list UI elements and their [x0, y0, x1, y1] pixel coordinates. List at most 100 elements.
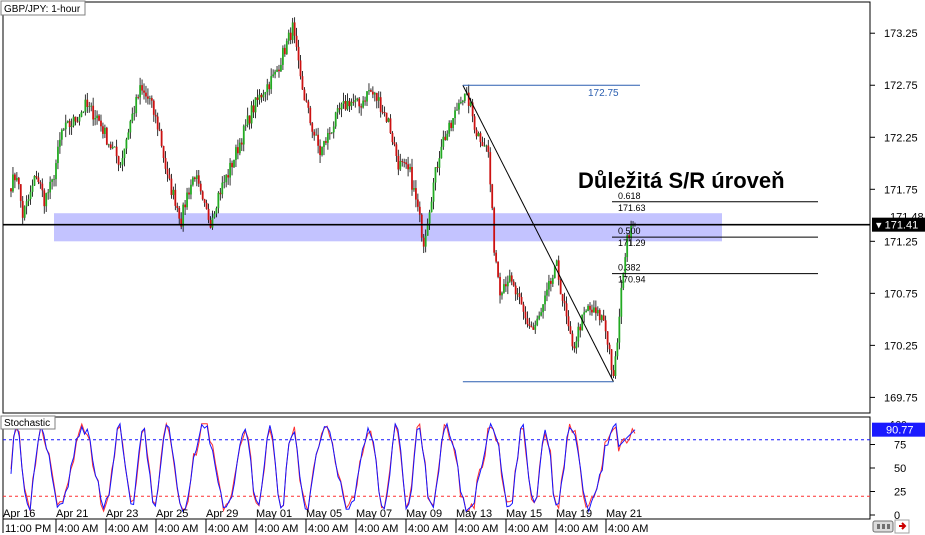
- candle-body: [579, 326, 582, 331]
- candle-body: [452, 118, 454, 128]
- candle-body: [47, 192, 50, 194]
- candle-body: [544, 295, 546, 305]
- time-tick-date: Apr 29: [206, 508, 238, 520]
- candle-body: [19, 184, 22, 201]
- candle-body: [540, 312, 543, 316]
- candle-body: [555, 260, 558, 266]
- candle-body: [166, 168, 169, 175]
- price-tick-label: 172.75: [884, 80, 918, 92]
- time-tick-time: 4:00 AM: [558, 523, 598, 535]
- candle-body: [323, 141, 325, 147]
- time-tick-time: 4:00 AM: [208, 523, 248, 535]
- candle-body: [254, 97, 257, 113]
- candle-body: [193, 177, 196, 179]
- candle-body: [602, 315, 605, 321]
- candle-body: [211, 217, 214, 228]
- candle-body: [370, 90, 372, 92]
- time-tick-date: May 13: [456, 508, 492, 520]
- exit-icon[interactable]: [894, 519, 910, 534]
- candle-body: [252, 105, 255, 113]
- candle-body: [133, 113, 136, 114]
- candle-body: [420, 214, 423, 238]
- candle-body: [495, 252, 498, 262]
- time-tick-date: Apr 16: [3, 508, 35, 520]
- candle-body: [583, 312, 586, 315]
- candle-body: [604, 320, 607, 332]
- candle-body: [192, 177, 194, 185]
- time-tick-time: 4:00 AM: [308, 523, 348, 535]
- candle-body: [21, 200, 24, 218]
- candle-body: [233, 159, 235, 168]
- candle-body: [184, 204, 186, 208]
- candle-body: [520, 297, 523, 305]
- stochastic-tick-label: 50: [894, 463, 906, 475]
- candle: [497, 261, 499, 279]
- candle-body: [45, 193, 48, 207]
- candle-body: [362, 100, 365, 108]
- candle-body: [154, 114, 157, 117]
- candle-body: [321, 146, 323, 156]
- candle-body: [575, 341, 578, 349]
- candle-body: [561, 294, 564, 301]
- candle-body: [80, 112, 83, 117]
- candle-body: [600, 315, 603, 321]
- candle-body: [293, 22, 296, 36]
- time-tick-time: 4:00 AM: [358, 523, 398, 535]
- candle-body: [188, 192, 190, 195]
- candle-body: [137, 97, 140, 98]
- price-tick-label: 170.25: [884, 340, 918, 352]
- candle-body: [235, 147, 237, 160]
- candle-body: [303, 89, 306, 101]
- stochastic-label: Stochastic: [4, 418, 50, 429]
- candle: [334, 111, 337, 129]
- candle-body: [591, 309, 593, 313]
- candle-body: [29, 191, 32, 200]
- candle-body: [463, 93, 466, 101]
- candle-body: [381, 111, 384, 113]
- candle-body: [393, 142, 396, 145]
- candle-body: [143, 90, 145, 93]
- candle-body: [139, 85, 142, 98]
- candle-body: [512, 281, 515, 286]
- candle-body: [152, 100, 155, 115]
- candle-body: [176, 205, 179, 208]
- candle-body: [309, 107, 312, 124]
- time-tick-time: 4:00 AM: [458, 523, 498, 535]
- candle-body: [342, 100, 345, 104]
- candle-body: [383, 112, 386, 113]
- candle-body: [377, 97, 380, 101]
- candle-body: [416, 199, 419, 207]
- price-tick-label: 172.25: [884, 132, 918, 144]
- candle-body: [487, 145, 490, 153]
- candle-body: [450, 122, 453, 128]
- candle-body: [96, 115, 98, 119]
- candle-body: [317, 134, 320, 146]
- candle-body: [348, 100, 351, 107]
- candle-body: [436, 167, 439, 168]
- candle: [491, 183, 494, 211]
- candle-body: [182, 204, 185, 227]
- candle-body: [387, 118, 390, 122]
- candle-body: [76, 121, 79, 123]
- candle-body: [458, 103, 460, 110]
- candle-body: [307, 101, 310, 108]
- candle-body: [168, 174, 171, 179]
- chart-svg[interactable]: 172.750.618171.630.500171.290.382170.94 …: [0, 0, 925, 535]
- candle-body: [332, 126, 335, 133]
- stochastic-tick-label: 75: [894, 440, 906, 452]
- time-tick-date: Apr 21: [56, 508, 88, 520]
- candle-body: [422, 237, 425, 247]
- candle-body: [442, 136, 445, 147]
- candle-body: [15, 177, 18, 181]
- candle-body: [460, 102, 462, 104]
- candle-body: [111, 147, 114, 149]
- scroll-icon[interactable]: [872, 520, 894, 533]
- candle-body: [174, 189, 177, 206]
- candle-body: [121, 158, 124, 165]
- candle-body: [565, 303, 568, 317]
- time-tick-time: 4:00 AM: [408, 523, 448, 535]
- time-tick-time: 4:00 AM: [608, 523, 648, 535]
- price-tick-label: 171.25: [884, 236, 918, 248]
- candle-body: [113, 146, 116, 148]
- candle-body: [373, 92, 376, 95]
